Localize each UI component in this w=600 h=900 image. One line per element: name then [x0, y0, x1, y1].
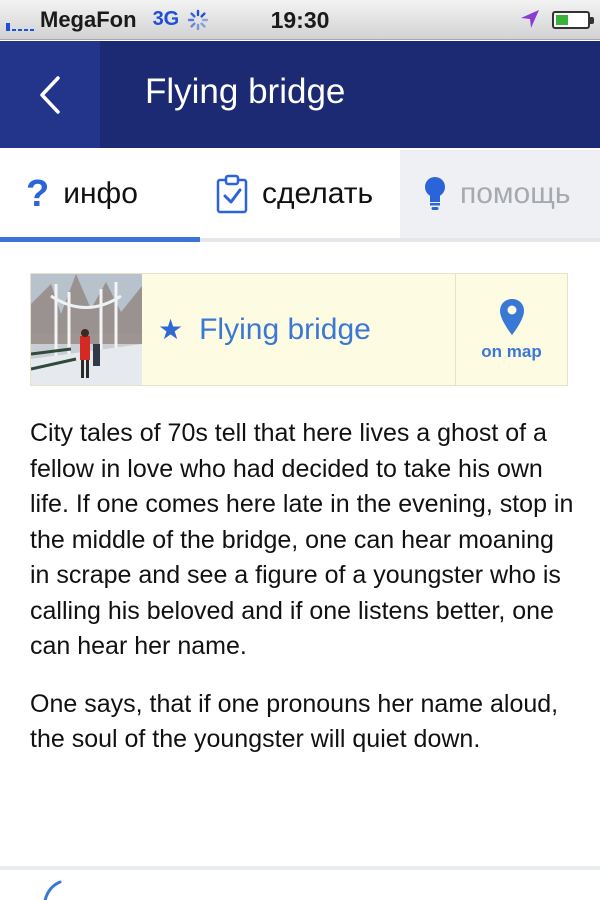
next-section-icon: [43, 880, 62, 900]
place-description: City tales of 70s tell that here lives a…: [30, 416, 575, 758]
location-arrow-icon: [521, 10, 539, 28]
on-map-button[interactable]: on map: [455, 274, 567, 385]
tab-info-label: инфо: [63, 177, 138, 210]
page-title: Flying bridge: [145, 72, 346, 111]
on-map-label: on map: [481, 341, 542, 361]
tab-help-label: помощь: [460, 177, 571, 210]
map-pin-icon: [499, 298, 524, 335]
description-paragraph: One says, that if one pronouns her name …: [30, 689, 559, 754]
signal-icon: [6, 9, 34, 31]
tab-bar: ? инфо сделать помощь: [0, 150, 600, 242]
loading-spinner-icon: [188, 9, 209, 30]
place-name: Flying bridge: [199, 312, 371, 346]
place-name-area: ★ Flying bridge: [142, 274, 455, 385]
navigation-bar: Flying bridge: [0, 41, 600, 148]
status-bar: MegaFon 3G 19:30: [0, 0, 600, 40]
description-paragraph: City tales of 70s tell that here lives a…: [30, 419, 574, 660]
section-divider: [0, 866, 600, 870]
battery-level: [556, 15, 568, 25]
battery-icon: [552, 11, 594, 29]
checklist-icon: [216, 174, 248, 214]
place-photo: [31, 274, 142, 385]
back-button[interactable]: [0, 41, 100, 148]
tab-help[interactable]: помощь: [400, 150, 600, 238]
place-card[interactable]: ★ Flying bridge on map: [30, 273, 568, 386]
lightbulb-icon: [424, 174, 446, 214]
chevron-left-icon: [40, 75, 60, 114]
carrier-name: MegaFon: [40, 6, 137, 32]
question-icon: ?: [26, 172, 50, 215]
network-type: 3G: [152, 8, 180, 30]
tab-todo[interactable]: сделать: [200, 150, 400, 238]
tab-info[interactable]: ? инфо: [0, 150, 200, 242]
star-icon[interactable]: ★: [158, 313, 183, 346]
tab-todo-label: сделать: [262, 177, 374, 210]
